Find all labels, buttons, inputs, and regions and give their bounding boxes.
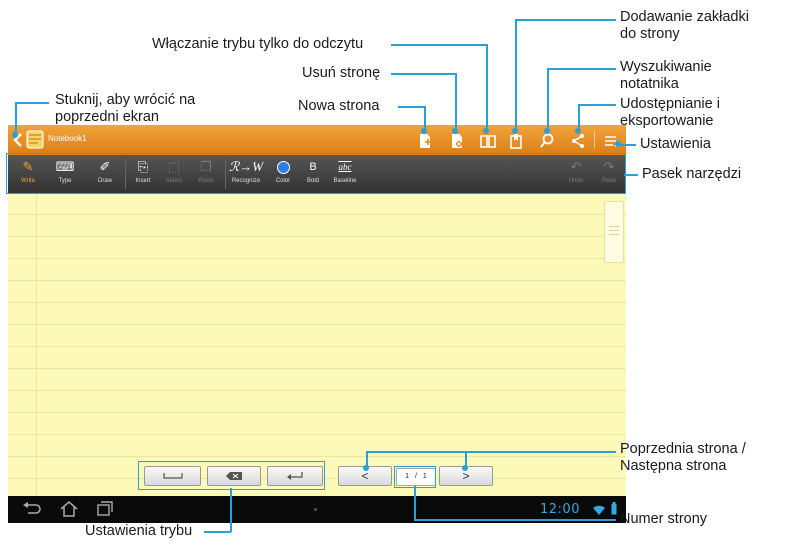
callout-prev-next-line2: Następna strona bbox=[620, 458, 727, 474]
callout-line-prev-next bbox=[366, 451, 616, 453]
callout-dot-prev bbox=[363, 465, 369, 471]
callout-back: Stuknij, aby wrócić na poprzedni ekran bbox=[55, 92, 195, 126]
search-icon[interactable] bbox=[538, 132, 556, 150]
callout-line-bookmark bbox=[515, 19, 616, 21]
callout-line-page-number bbox=[414, 486, 416, 520]
page-margin-line bbox=[36, 193, 37, 496]
callout-prev-next: Poprzednia strona / Następna strona bbox=[620, 441, 746, 475]
callout-dot-bookmark bbox=[512, 128, 518, 134]
bookmark-page-icon[interactable] bbox=[507, 132, 525, 150]
page-scroll-handle[interactable] bbox=[604, 201, 624, 263]
callout-share-line1: Udostępnianie i bbox=[620, 96, 720, 112]
callout-dot-next bbox=[462, 465, 468, 471]
callout-line-new-page bbox=[424, 106, 426, 130]
callout-line-bookmark bbox=[515, 19, 517, 130]
mode-keys-highlight-frame bbox=[138, 461, 325, 490]
callout-line-mode-settings bbox=[204, 531, 231, 533]
callout-dot-search bbox=[544, 128, 550, 134]
callout-back-line2: poprzedni ekran bbox=[55, 109, 159, 125]
page-number-highlight-frame bbox=[394, 466, 436, 488]
read-only-book-icon[interactable] bbox=[479, 132, 497, 150]
delete-page-icon[interactable] bbox=[448, 132, 466, 150]
callout-dot-readonly bbox=[483, 128, 489, 134]
callout-line-back bbox=[15, 102, 49, 104]
callout-mode-settings: Ustawienia trybu bbox=[85, 523, 193, 539]
callout-dot-back bbox=[12, 132, 18, 138]
callout-search: Wyszukiwanie notatnika bbox=[620, 59, 712, 93]
callout-line-back bbox=[15, 102, 17, 134]
callout-line-readonly bbox=[486, 44, 488, 130]
callout-dot-delete-page bbox=[452, 128, 458, 134]
callout-line-share bbox=[578, 104, 580, 130]
callout-line-page-number bbox=[414, 519, 616, 521]
callout-dot-new-page bbox=[421, 128, 427, 134]
callout-back-line1: Stuknij, aby wrócić na bbox=[55, 92, 196, 108]
callout-search-line1: Wyszukiwanie bbox=[620, 59, 712, 75]
callout-line-mode-settings bbox=[230, 488, 232, 532]
title-divider bbox=[594, 131, 595, 149]
callout-line-share bbox=[578, 104, 616, 106]
recent-apps-icon[interactable] bbox=[96, 501, 114, 517]
notebook-icon[interactable] bbox=[26, 130, 44, 149]
notebook-title: Notebook1 bbox=[48, 134, 87, 143]
callout-line-search bbox=[547, 68, 616, 70]
callout-search-line2: notatnika bbox=[620, 76, 679, 92]
callout-share-line2: eksportowanie bbox=[620, 113, 714, 129]
callout-page-number: Numer strony bbox=[620, 511, 708, 527]
battery-icon bbox=[611, 502, 617, 515]
callout-bookmark-line1: Dodawanie zakładki bbox=[620, 9, 749, 25]
new-page-icon[interactable] bbox=[416, 132, 434, 150]
share-icon[interactable] bbox=[569, 132, 587, 150]
title-bar: Notebook1 bbox=[8, 125, 626, 155]
callout-bookmark-line2: do strony bbox=[620, 26, 680, 42]
clock: 12:00 bbox=[540, 502, 580, 517]
callout-new-page: Nowa strona bbox=[298, 98, 380, 114]
callout-bookmark: Dodawanie zakładki do strony bbox=[620, 9, 749, 43]
callout-line-toolbar bbox=[624, 174, 638, 176]
callout-line-search bbox=[547, 68, 549, 130]
toolbar-highlight-frame bbox=[6, 153, 626, 194]
home-icon[interactable] bbox=[59, 500, 79, 518]
wifi-icon bbox=[592, 503, 606, 515]
callout-line-new-page bbox=[398, 106, 425, 108]
callout-line-delete-page bbox=[455, 73, 457, 130]
nav-center-dot bbox=[314, 508, 317, 511]
callout-dot-share bbox=[575, 128, 581, 134]
callout-line-readonly bbox=[391, 44, 487, 46]
callout-dot-settings bbox=[615, 141, 621, 147]
callout-toolbar: Pasek narzędzi bbox=[642, 166, 742, 182]
callout-delete-page: Usuń stronę bbox=[302, 65, 381, 81]
callout-prev-next-line1: Poprzednia strona / bbox=[620, 441, 746, 457]
back-icon[interactable] bbox=[22, 501, 42, 517]
callout-readonly: Włączanie trybu tylko do odczytu bbox=[152, 36, 364, 52]
callout-line-delete-page bbox=[391, 73, 456, 75]
callout-settings: Ustawienia bbox=[640, 136, 711, 152]
callout-share: Udostępnianie i eksportowanie bbox=[620, 96, 720, 130]
